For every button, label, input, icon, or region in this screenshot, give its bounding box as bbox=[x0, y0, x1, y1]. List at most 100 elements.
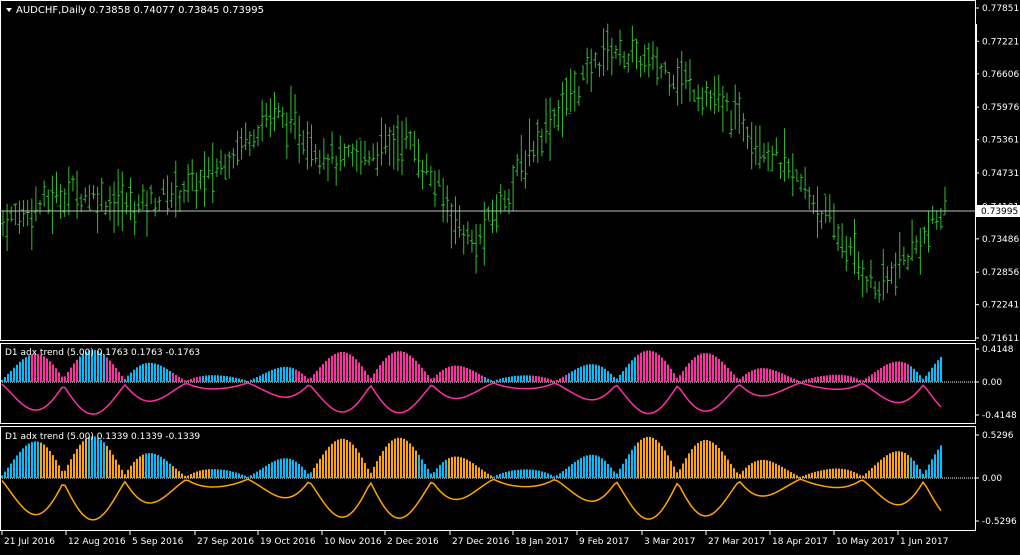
price-bar bbox=[33, 186, 38, 222]
price-bar bbox=[720, 85, 725, 133]
price-bar bbox=[548, 97, 553, 161]
price-bar bbox=[807, 186, 812, 210]
price-bar bbox=[194, 172, 199, 209]
price-bar bbox=[914, 235, 919, 255]
time-tick-label: 5 Sep 2016 bbox=[132, 537, 184, 547]
price-bar bbox=[379, 117, 384, 166]
price-bar bbox=[400, 120, 405, 176]
price-tick-label: 0.75976 bbox=[982, 103, 1019, 113]
price-bar bbox=[395, 115, 400, 172]
mt4-chart-window[interactable]: AUDCHF,Daily 0.73858 0.74077 0.73845 0.7… bbox=[0, 0, 1020, 551]
price-bar bbox=[177, 190, 182, 212]
price-bar bbox=[420, 159, 425, 190]
price-bar bbox=[642, 44, 647, 73]
price-bar bbox=[523, 150, 528, 189]
price-bar bbox=[280, 106, 285, 129]
price-bar bbox=[181, 181, 186, 203]
price-bar bbox=[634, 38, 639, 70]
price-bar bbox=[239, 127, 244, 160]
price-bar bbox=[790, 153, 795, 197]
price-bar bbox=[231, 148, 236, 169]
price-axis: 0.77851 0.77221 0.76606 0.75976 0.75361 0.747… bbox=[975, 4, 1019, 344]
price-tick-label: 0.75361 bbox=[982, 136, 1019, 146]
price-bar bbox=[449, 202, 454, 249]
price-bar bbox=[724, 92, 729, 112]
price-bar bbox=[852, 218, 857, 275]
price-bar bbox=[889, 261, 894, 285]
price-bar bbox=[757, 125, 762, 169]
price-bar bbox=[387, 127, 392, 166]
price-bar bbox=[827, 194, 832, 223]
price-bar bbox=[453, 196, 458, 245]
price-bar bbox=[539, 128, 544, 157]
price-bar bbox=[502, 190, 507, 211]
price-bar bbox=[930, 205, 935, 224]
indicator-axis-label: -0.4148 bbox=[982, 411, 1017, 421]
price-bar bbox=[774, 137, 779, 156]
price-tick-label: 0.73486 bbox=[982, 235, 1019, 245]
price-bar bbox=[75, 170, 80, 219]
price-bar bbox=[42, 180, 47, 207]
price-tick-label: 0.72856 bbox=[982, 268, 1019, 278]
price-bar bbox=[922, 226, 927, 244]
price-bar bbox=[29, 198, 34, 251]
price-bar bbox=[9, 206, 14, 222]
price-bar bbox=[572, 70, 577, 112]
price-bar bbox=[128, 177, 133, 221]
price-bar bbox=[585, 47, 590, 84]
price-bar bbox=[782, 128, 787, 182]
price-tick-label: 0.71611 bbox=[982, 334, 1019, 344]
price-bar bbox=[305, 121, 310, 170]
price-bar bbox=[926, 210, 931, 253]
price-bar bbox=[733, 84, 738, 130]
price-bar bbox=[778, 162, 783, 179]
price-bar bbox=[461, 224, 466, 255]
indicator-axis-label: -0.5296 bbox=[982, 517, 1017, 527]
chart-canvas[interactable]: AUDCHF,Daily 0.73858 0.74077 0.73845 0.7… bbox=[0, 0, 1020, 551]
price-bar bbox=[99, 177, 104, 211]
price-bar bbox=[506, 189, 511, 215]
price-bar bbox=[655, 46, 660, 86]
price-bar bbox=[589, 48, 594, 92]
price-bar bbox=[469, 229, 474, 253]
price-bar bbox=[786, 158, 791, 179]
time-tick-label: 18 Jan 2017 bbox=[515, 537, 569, 547]
price-bar bbox=[268, 98, 273, 138]
price-bar bbox=[745, 126, 750, 150]
price-bar bbox=[227, 151, 232, 179]
price-bar bbox=[186, 163, 191, 203]
price-bar bbox=[498, 183, 503, 214]
price-bar bbox=[173, 160, 178, 218]
indicator-1-axis: 0.4148 0.00 -0.4148 bbox=[975, 345, 1017, 421]
price-bar bbox=[416, 138, 421, 178]
price-bar bbox=[219, 149, 224, 175]
price-bar bbox=[515, 153, 520, 177]
price-bar bbox=[873, 281, 878, 299]
price-bar bbox=[486, 206, 491, 222]
price-bar bbox=[753, 125, 758, 166]
price-bar bbox=[206, 157, 211, 179]
price-bar bbox=[313, 143, 318, 164]
price-bar bbox=[144, 190, 149, 237]
price-bar bbox=[367, 150, 372, 166]
price-bar bbox=[799, 173, 804, 192]
price-bar bbox=[21, 199, 26, 227]
price-bar bbox=[679, 51, 684, 105]
price-bar bbox=[576, 86, 581, 106]
price-bar bbox=[840, 223, 845, 259]
price-bar bbox=[112, 181, 117, 233]
price-bar bbox=[848, 237, 853, 256]
price-bar bbox=[251, 129, 256, 149]
price-bar bbox=[83, 187, 88, 203]
time-tick-label: 1 Jun 2017 bbox=[900, 537, 948, 547]
dropdown-arrow-icon[interactable] bbox=[6, 8, 12, 12]
price-bar bbox=[494, 194, 499, 233]
price-bar bbox=[663, 61, 668, 75]
price-bar bbox=[836, 224, 841, 252]
price-bar bbox=[605, 23, 610, 71]
price-bar bbox=[371, 143, 376, 161]
price-bar bbox=[696, 84, 701, 112]
price-bar bbox=[46, 189, 51, 214]
price-bar bbox=[334, 155, 339, 186]
price-bar bbox=[404, 117, 409, 149]
